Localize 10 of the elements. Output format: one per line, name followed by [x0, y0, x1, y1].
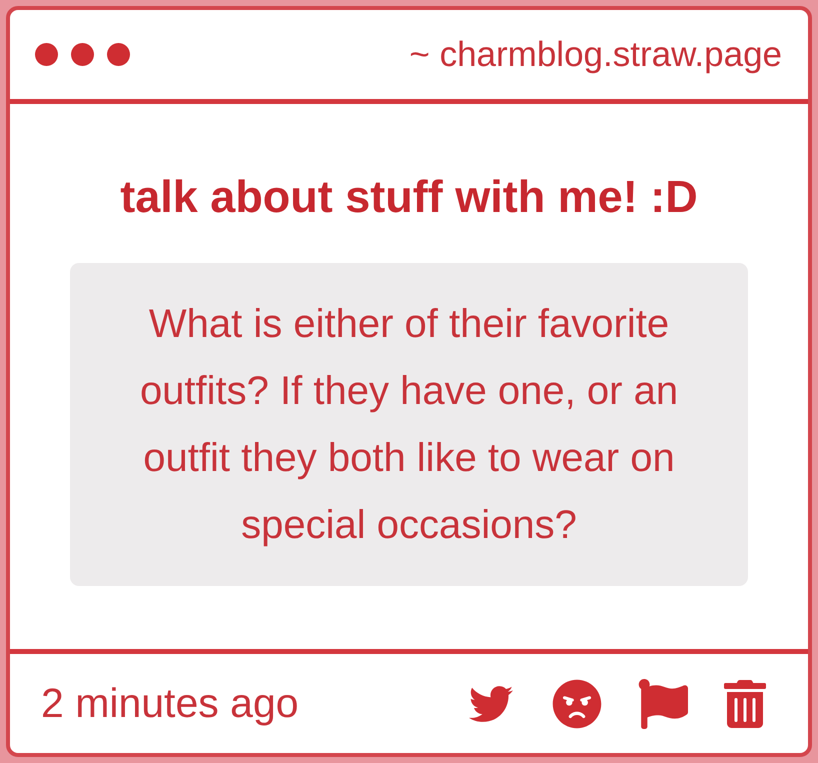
timestamp: 2 minutes ago [41, 683, 299, 724]
site-url: ~ charmblog.straw.page [409, 37, 782, 72]
page-heading: talk about stuff with me! :D [120, 174, 698, 219]
dot-icon [71, 43, 94, 66]
flag-icon[interactable] [638, 678, 688, 730]
dot-icon [35, 43, 58, 66]
question-text: What is either of their favorite outfits? If they have one, or an outfit they both like to wear on special occasions? [138, 300, 680, 548]
trash-icon[interactable] [724, 680, 766, 728]
angry-face-icon[interactable] [552, 678, 602, 728]
dot-icon [107, 43, 130, 66]
